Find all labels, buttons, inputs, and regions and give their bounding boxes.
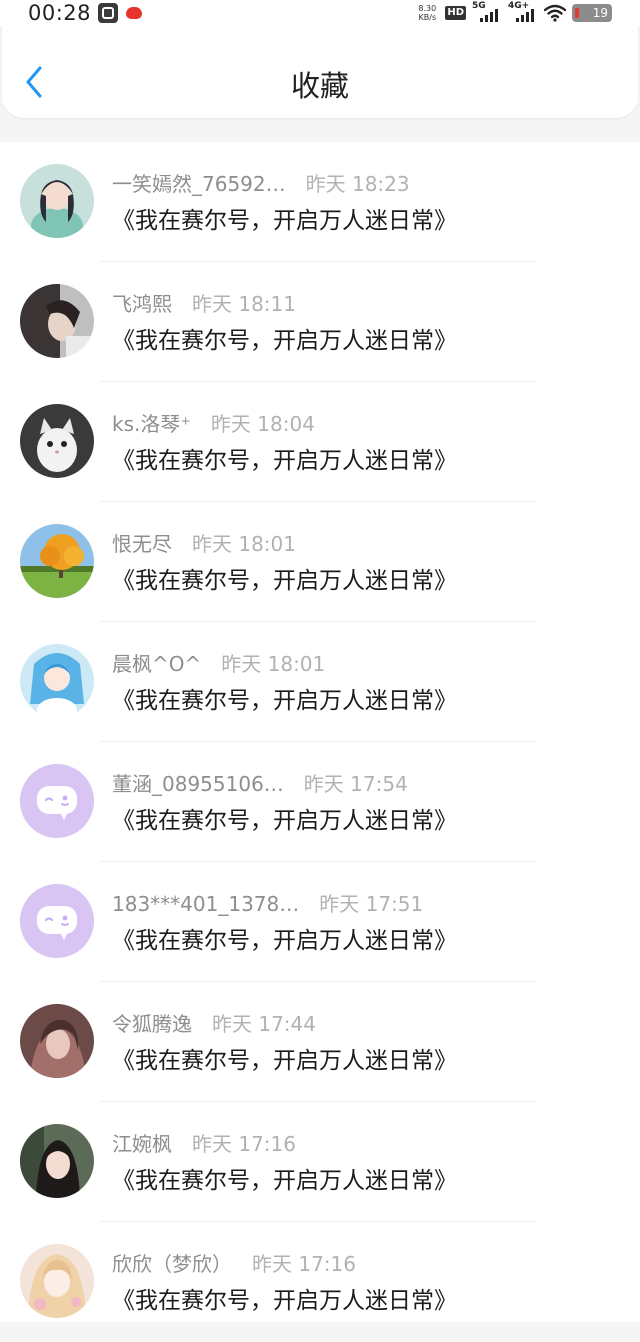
status-indicators: 8.30 KB/s HD 5G 4G+ 19: [415, 1, 612, 24]
item-meta: 183***401_1378… 昨天 17:51: [112, 890, 423, 918]
item-message: 《我在赛尔号，开启万人迷日常》: [112, 1288, 457, 1314]
user-name: 董涵_08955106…: [112, 772, 284, 796]
list-item[interactable]: ks.洛琴⁺ 昨天 18:04 《我在赛尔号，开启万人迷日常》: [0, 382, 640, 502]
item-time: 昨天 17:44: [212, 1012, 316, 1036]
network-speed-unit: KB/s: [418, 13, 437, 22]
item-meta: 董涵_08955106… 昨天 17:54: [112, 770, 408, 798]
item-meta: 一笑嫣然_76592… 昨天 18:23: [112, 170, 410, 198]
list-item[interactable]: 晨枫^O^ 昨天 18:01 《我在赛尔号，开启万人迷日常》: [0, 622, 640, 742]
list-item[interactable]: 恨无尽 昨天 18:01 《我在赛尔号，开启万人迷日常》: [0, 502, 640, 622]
item-time: 昨天 18:01: [221, 652, 326, 676]
avatar: [20, 644, 94, 718]
signal-5g-icon: 5G: [472, 1, 502, 24]
hd-badge: HD: [445, 6, 466, 20]
avatar: [20, 1244, 94, 1318]
app-notification-icon: [98, 3, 118, 23]
item-message: 《我在赛尔号，开启万人迷日常》: [112, 328, 457, 354]
item-message: 《我在赛尔号，开启万人迷日常》: [112, 928, 457, 954]
item-time: 昨天 17:51: [319, 892, 424, 916]
item-time: 昨天 18:01: [192, 532, 296, 556]
item-meta: 令狐腾逸 昨天 17:44: [112, 1010, 316, 1038]
list-item[interactable]: 江婉枫 昨天 17:16 《我在赛尔号，开启万人迷日常》: [0, 1102, 640, 1222]
avatar: [20, 764, 94, 838]
list-item[interactable]: 183***401_1378… 昨天 17:51 《我在赛尔号，开启万人迷日常》: [0, 862, 640, 982]
item-message: 《我在赛尔号，开启万人迷日常》: [112, 208, 457, 234]
list-item[interactable]: 飞鸿熙 昨天 18:11 《我在赛尔号，开启万人迷日常》: [0, 262, 640, 382]
user-name: 恨无尽: [112, 532, 172, 556]
network-speed-value: 8.30: [418, 4, 437, 13]
item-meta: 欣欣（梦欣） 昨天 17:16: [112, 1250, 356, 1278]
avatar: [20, 884, 94, 958]
page-title: 收藏: [290, 69, 349, 103]
avatar: [20, 1004, 94, 1078]
list-item[interactable]: 一笑嫣然_76592… 昨天 18:23 《我在赛尔号，开启万人迷日常》: [0, 142, 640, 262]
list-item[interactable]: 欣欣（梦欣） 昨天 17:16 《我在赛尔号，开启万人迷日常》: [0, 1222, 640, 1342]
item-meta: 飞鸿熙 昨天 18:11: [112, 290, 296, 318]
item-message: 《我在赛尔号，开启万人迷日常》: [112, 568, 457, 594]
nav-header: 收藏: [2, 26, 638, 118]
item-meta: 恨无尽 昨天 18:01: [112, 530, 296, 558]
status-bar: 00:28 8.30 KB/s HD 5G 4G+ 19: [0, 0, 640, 26]
item-message: 《我在赛尔号，开启万人迷日常》: [112, 1168, 457, 1194]
list-item[interactable]: 令狐腾逸 昨天 17:44 《我在赛尔号，开启万人迷日常》: [0, 982, 640, 1102]
item-message: 《我在赛尔号，开启万人迷日常》: [112, 448, 457, 474]
avatar: [20, 284, 94, 358]
battery-indicator: 19: [572, 4, 612, 22]
item-time: 昨天 17:16: [252, 1252, 356, 1276]
avatar: [20, 164, 94, 238]
item-meta: 江婉枫 昨天 17:16: [112, 1130, 296, 1158]
item-time: 昨天 17:54: [303, 772, 408, 796]
item-message: 《我在赛尔号，开启万人迷日常》: [112, 1048, 457, 1074]
avatar: [20, 1124, 94, 1198]
network-speed: 8.30 KB/s: [415, 4, 439, 22]
favorites-list: 一笑嫣然_76592… 昨天 18:23 《我在赛尔号，开启万人迷日常》 飞鸿熙昨…: [0, 142, 640, 1322]
weibo-notification-icon: [124, 3, 144, 23]
avatar: [20, 524, 94, 598]
status-time: 00:28: [28, 1, 92, 25]
item-time: 昨天 18:04: [210, 412, 315, 436]
user-name: 飞鸿熙: [112, 292, 172, 316]
item-time: 昨天 18:23: [305, 172, 410, 196]
wifi-icon: [544, 4, 566, 22]
user-name: 一笑嫣然_76592…: [112, 172, 286, 196]
list-item[interactable]: 董涵_08955106… 昨天 17:54 《我在赛尔号，开启万人迷日常》: [0, 742, 640, 862]
user-name: 欣欣（梦欣）: [112, 1252, 232, 1276]
user-name: 令狐腾逸: [112, 1012, 192, 1036]
signal-4g-icon: 4G+: [508, 1, 538, 24]
user-name: 晨枫^O^: [112, 652, 202, 676]
item-time: 昨天 17:16: [192, 1132, 296, 1156]
item-time: 昨天 18:11: [192, 292, 296, 316]
item-meta: ks.洛琴⁺ 昨天 18:04: [112, 410, 315, 438]
item-meta: 晨枫^O^ 昨天 18:01: [112, 650, 325, 678]
item-message: 《我在赛尔号，开启万人迷日常》: [112, 808, 457, 834]
user-name: ks.洛琴⁺: [112, 412, 191, 436]
user-name: 183***401_1378…: [112, 892, 300, 916]
item-message: 《我在赛尔号，开启万人迷日常》: [112, 688, 457, 714]
avatar: [20, 404, 94, 478]
user-name: 江婉枫: [112, 1132, 172, 1156]
